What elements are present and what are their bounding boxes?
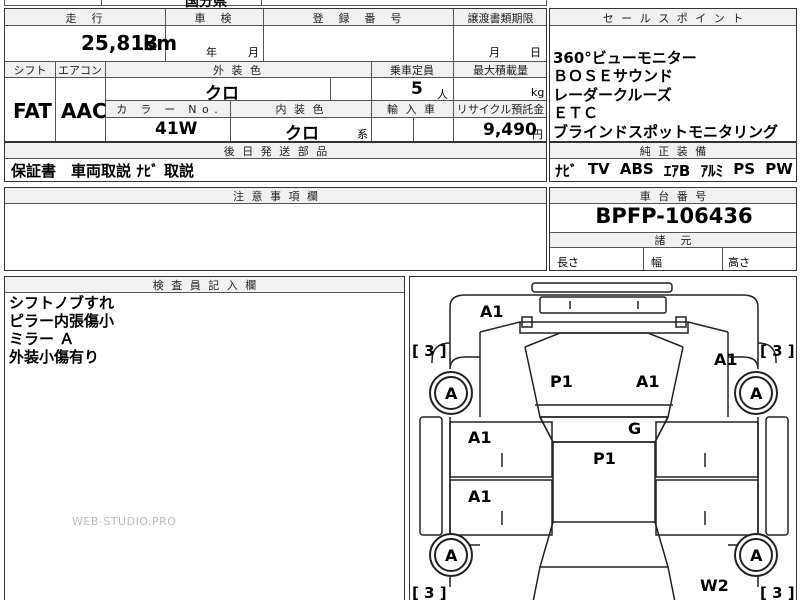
inspector-panel: 検 査 員 記 入 欄 シフトノブすれ ピラー内張傷小 ミラー Ａ 外装小傷有り	[4, 276, 405, 600]
sales-points-panel: セ ー ル ス ポ イ ン ト 360°ビューモニター ＢＯＳＥサウンド レーダ…	[549, 8, 797, 142]
recycle-value: 9,490	[483, 120, 537, 140]
inspector-comments: シフトノブすれ ピラー内張傷小 ミラー Ａ 外装小傷有り	[9, 294, 114, 366]
shipping-header: 後 日 発 送 部 品	[223, 145, 330, 158]
tire-rear-left-label: A	[445, 546, 458, 565]
tire-rear-right-label: A	[750, 546, 763, 565]
equipment-item: ABS	[619, 160, 654, 178]
length-label: 長さ	[557, 256, 579, 269]
sales-points-header: セ ー ル ス ポ イ ン ト	[602, 12, 746, 25]
capacity-value: 5	[411, 79, 423, 99]
tread-front-right-label: [ 3 ]	[760, 342, 795, 360]
shift-value: FAT	[13, 99, 52, 123]
capacity-header: 乗車定員	[390, 64, 434, 77]
interior-color-header: 内 装 色	[275, 103, 326, 116]
car-outline-diagram: A A A A [ 3 ] [ 3 ] [ 3 ] [ 3 ] A1 A1 P1…	[412, 282, 795, 600]
sales-point-item: ブラインドスポットモニタリング	[553, 122, 779, 141]
import-car-header: 輸 入 車	[387, 103, 437, 116]
mileage-unit: km	[143, 31, 178, 55]
inspector-comment: 外装小傷有り	[9, 348, 100, 366]
notes-panel: 注 意 事 項 欄	[4, 187, 547, 271]
inspector-header: 検 査 員 記 入 欄	[152, 279, 259, 292]
inspector-comment: ピラー内張傷小	[9, 312, 115, 330]
inspector-comment: シフトノブすれ	[9, 294, 115, 312]
equipment-list: ﾅﾋﾞ TV ABS ｴｱB ｱﾙﾐ PS PW	[550, 160, 798, 181]
tread-front-left-label: [ 3 ]	[412, 342, 447, 360]
equipment-item: PW	[765, 160, 793, 178]
inspection-header: 車 検	[194, 12, 234, 25]
width-label: 幅	[651, 256, 662, 269]
notes-header: 注 意 事 項 欄	[233, 190, 320, 203]
top-strip: 国分県	[4, 0, 547, 10]
equipment-item: PS	[733, 160, 756, 178]
inspector-comment: ミラー Ａ	[9, 330, 75, 348]
height-label: 高さ	[728, 256, 750, 269]
equipment-item: ｴｱB	[663, 162, 691, 180]
exterior-color-header: 外 装 色	[213, 64, 263, 77]
chassis-header: 車 台 番 号	[639, 190, 709, 203]
interior-color-suffix: 系	[357, 128, 368, 141]
damage-mark-front-right: A1	[714, 350, 738, 369]
watermark: WEB-STUDIO.PRO	[72, 515, 177, 528]
damage-mark-hood-right: A1	[636, 372, 660, 391]
equipment-header: 純 正 装 備	[639, 145, 709, 158]
max-load-header: 最大積載量	[473, 64, 528, 77]
equipment-item: ｱﾙﾐ	[700, 162, 724, 180]
shipping-parts-panel: 後 日 発 送 部 品 保証書 車両取説 ﾅﾋﾞ 取説	[4, 142, 547, 182]
color-no-header: カ ラ ー N o .	[116, 103, 219, 116]
vehicle-info-panel: 走 行 車 検 登 録 番 号 譲渡書類期限 25,813 km 年 月 月 日…	[4, 8, 547, 144]
recycle-unit: 円	[532, 128, 543, 141]
transfer-day-unit: 日	[530, 46, 541, 59]
sales-point-item: 360°ビューモニター	[553, 49, 697, 67]
recycle-header: リサイクル預託金	[456, 103, 545, 116]
damage-mark-rear-right: W2	[700, 576, 729, 595]
dimensions-header: 諸 元	[654, 234, 694, 247]
inspection-year-unit: 年	[206, 46, 217, 59]
chassis-number: BPFP-106436	[595, 204, 753, 228]
damage-mark-door-rear-left: A1	[468, 487, 492, 506]
tread-rear-right-label: [ 3 ]	[760, 584, 795, 600]
interior-color-value: クロ	[285, 124, 319, 144]
transfer-header: 譲渡書類期限	[467, 12, 534, 25]
tire-front-left-label: A	[445, 384, 458, 403]
registration-header: 登 録 番 号	[312, 12, 404, 25]
sales-point-item: レーダークルーズ	[553, 85, 672, 104]
max-load-unit: kg	[531, 86, 545, 99]
sales-point-item: ＢＯＳＥサウンド	[553, 67, 674, 86]
damage-mark-bumper-front: A1	[480, 302, 504, 321]
mileage-header: 走 行	[65, 12, 105, 25]
damage-mark-hood-left: P1	[550, 372, 573, 391]
color-no-value: 41W	[155, 119, 198, 139]
sales-point-item: ＥＴＣ	[553, 104, 599, 123]
damage-diagram-panel: A A A A [ 3 ] [ 3 ] [ 3 ] [ 3 ] A1 A1 P1…	[409, 276, 797, 600]
aircon-value: AAC	[61, 99, 107, 123]
shipping-value: 保証書 車両取説 ﾅﾋﾞ 取説	[11, 162, 194, 180]
tire-front-right-label: A	[750, 384, 763, 403]
damage-mark-door-front-left: A1	[468, 428, 492, 447]
transfer-month-unit: 月	[489, 46, 500, 59]
inspection-month-unit: 月	[248, 46, 259, 59]
equipment-item: TV	[587, 160, 610, 178]
equipment-item: ﾅﾋﾞ	[555, 162, 578, 180]
aircon-header: エアコン	[58, 64, 102, 77]
damage-mark-windshield: G	[628, 419, 641, 438]
equipment-panel: 純 正 装 備 ﾅﾋﾞ TV ABS ｴｱB ｱﾙﾐ PS PW	[549, 142, 797, 182]
damage-mark-roof: P1	[593, 449, 616, 468]
tread-rear-left-label: [ 3 ]	[412, 584, 447, 600]
shift-header: シフト	[13, 64, 47, 77]
sales-points-list: 360°ビューモニター ＢＯＳＥサウンド レーダークルーズ ＥＴＣ ブラインドス…	[553, 49, 778, 141]
chassis-panel: 車 台 番 号 BPFP-106436 諸 元 長さ 幅 高さ	[549, 187, 797, 271]
capacity-unit: 人	[437, 88, 448, 101]
